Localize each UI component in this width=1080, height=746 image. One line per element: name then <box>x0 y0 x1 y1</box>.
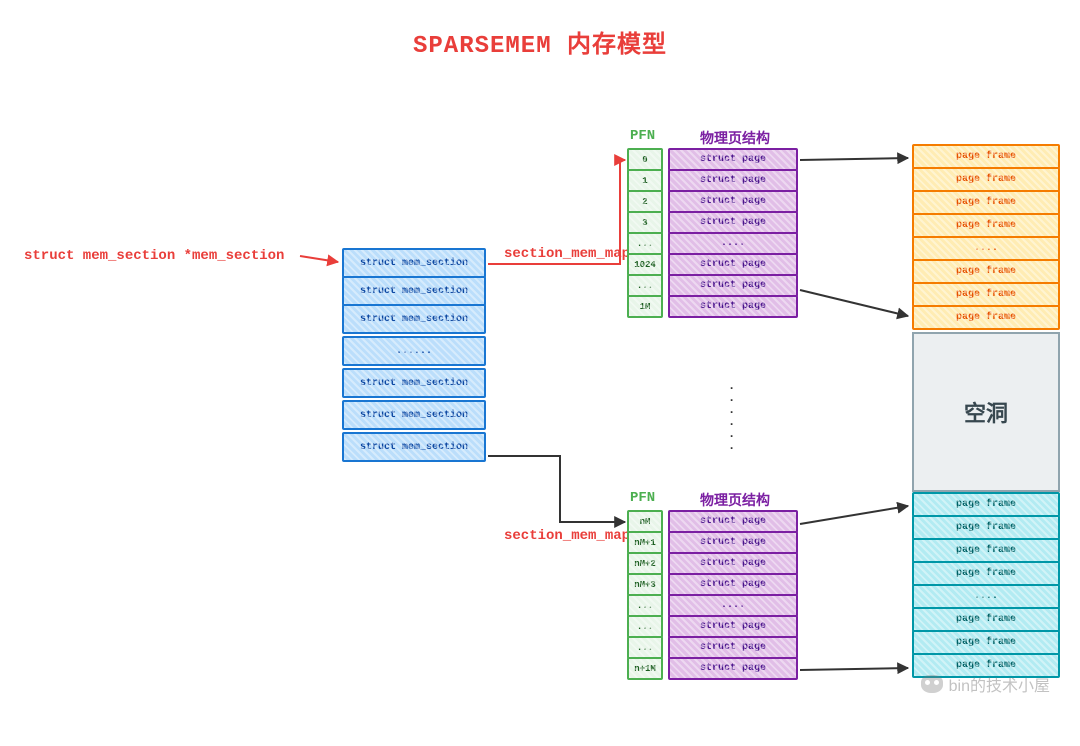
page-frame-column-bottom: page frame page frame page frame page fr… <box>912 494 1060 678</box>
struct-page-cell: struct page <box>668 190 798 213</box>
page-frame-cell: page frame <box>912 538 1060 563</box>
pfn-cell: nM+3 <box>627 573 663 596</box>
page-frame-cell: page frame <box>912 561 1060 586</box>
watermark: bin的技术小屋 <box>921 672 1050 696</box>
page-frame-cell: page frame <box>912 607 1060 632</box>
arrow-section-map-bottom <box>488 456 625 522</box>
pfn-cell: 0 <box>627 148 663 171</box>
pfn-cell: nM <box>627 510 663 533</box>
pfn-cell: 1 <box>627 169 663 192</box>
struct-page-cell: struct page <box>668 657 798 680</box>
label-section-map-top: section_mem_map <box>504 246 630 262</box>
page-frame-cell: page frame <box>912 259 1060 284</box>
struct-page-cell: struct page <box>668 253 798 276</box>
pfn-cell: n+1M <box>627 657 663 680</box>
pfn-cell: ... <box>627 615 663 638</box>
diagram-title: SPARSEMEM 内存模型 <box>0 24 1080 60</box>
wechat-icon <box>921 675 943 693</box>
struct-page-cell: struct page <box>668 573 798 596</box>
struct-page-cell: struct page <box>668 531 798 554</box>
mem-section-cell: struct mem_section <box>342 432 486 462</box>
pfn-cell: ... <box>627 636 663 659</box>
page-frame-column-top: page frame page frame page frame page fr… <box>912 146 1060 330</box>
page-frame-cell: page frame <box>912 167 1060 192</box>
struct-page-cell: struct page <box>668 211 798 234</box>
page-frame-cell: page frame <box>912 630 1060 655</box>
pfn-cell: 2 <box>627 190 663 213</box>
pfn-cell: ... <box>627 594 663 617</box>
arrow-page-to-frame <box>800 158 908 160</box>
struct-header-bottom: 物理页结构 <box>700 490 770 510</box>
gap-box: 空洞 <box>912 332 1060 492</box>
pfn-column-bottom: nM nM+1 nM+2 nM+3 ... ... ... n+1M <box>627 512 663 680</box>
pfn-cell: 1024 <box>627 253 663 276</box>
label-section-map-bottom: section_mem_map <box>504 528 630 544</box>
pfn-cell: 1M <box>627 295 663 318</box>
mem-section-cell: struct mem_section <box>342 400 486 430</box>
mem-section-cell: struct mem_section <box>342 368 486 398</box>
struct-page-column-top: struct page struct page struct page stru… <box>668 150 798 318</box>
page-frame-cell: page frame <box>912 213 1060 238</box>
struct-page-cell: struct page <box>668 615 798 638</box>
mem-section-cell: ...... <box>342 336 486 366</box>
mem-section-cell: struct mem_section <box>342 276 486 306</box>
vertical-dots: ...... <box>728 380 735 452</box>
label-pointer: struct mem_section *mem_section <box>24 248 284 264</box>
page-frame-cell: page frame <box>912 190 1060 215</box>
struct-page-cell: struct page <box>668 295 798 318</box>
pfn-cell: nM+1 <box>627 531 663 554</box>
arrow-pointer <box>300 256 338 262</box>
struct-page-column-bottom: struct page struct page struct page stru… <box>668 512 798 680</box>
page-frame-cell: page frame <box>912 305 1060 330</box>
struct-page-cell: struct page <box>668 636 798 659</box>
arrow-page-to-frame <box>800 668 908 670</box>
arrow-page-to-frame <box>800 290 908 316</box>
page-frame-cell: page frame <box>912 144 1060 169</box>
pfn-column-top: 0 1 2 3 ... 1024 ... 1M <box>627 150 663 318</box>
pfn-header-top: PFN <box>630 128 655 144</box>
struct-page-cell: .... <box>668 594 798 617</box>
struct-header-top: 物理页结构 <box>700 128 770 148</box>
page-frame-cell: .... <box>912 584 1060 609</box>
mem-section-cell: struct mem_section <box>342 304 486 334</box>
struct-page-cell: struct page <box>668 148 798 171</box>
mem-section-cell: struct mem_section <box>342 248 486 278</box>
struct-page-cell: .... <box>668 232 798 255</box>
mem-section-column: struct mem_section struct mem_section st… <box>342 250 486 462</box>
struct-page-cell: struct page <box>668 552 798 575</box>
page-frame-cell: page frame <box>912 515 1060 540</box>
watermark-text: bin的技术小屋 <box>949 672 1050 696</box>
struct-page-cell: struct page <box>668 169 798 192</box>
pfn-cell: ... <box>627 232 663 255</box>
struct-page-cell: struct page <box>668 510 798 533</box>
page-frame-cell: page frame <box>912 282 1060 307</box>
pfn-cell: nM+2 <box>627 552 663 575</box>
arrow-page-to-frame <box>800 506 908 524</box>
page-frame-cell: page frame <box>912 492 1060 517</box>
pfn-header-bottom: PFN <box>630 490 655 506</box>
pfn-cell: 3 <box>627 211 663 234</box>
pfn-cell: ... <box>627 274 663 297</box>
page-frame-cell: .... <box>912 236 1060 261</box>
struct-page-cell: struct page <box>668 274 798 297</box>
